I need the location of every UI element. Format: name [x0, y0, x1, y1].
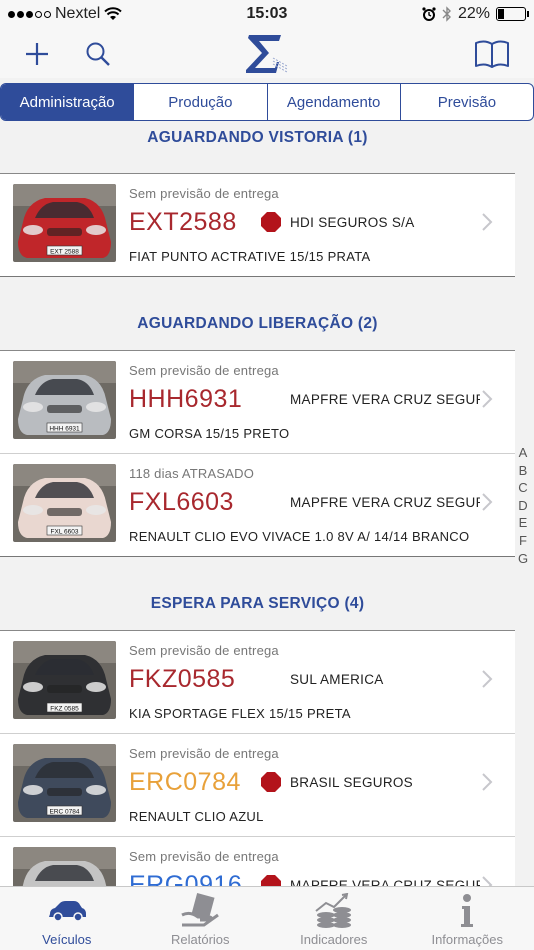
info-icon [447, 893, 487, 929]
license-plate: FKZ0585 [129, 665, 236, 693]
section-header: AGUARDANDO LIBERAÇÃO (2) [0, 277, 515, 351]
alarm-icon [422, 7, 436, 21]
insurer-name: MAPFRE VERA CRUZ SEGUR... [290, 495, 480, 510]
vehicle-row[interactable]: FKZ 0585 Sem previsão de entrega FKZ0585 SU… [0, 631, 515, 734]
vehicle-model: GM CORSA 15/15 PRETO [129, 426, 290, 441]
battery-icon [496, 7, 529, 21]
vehicle-photo: EXT 2588 [13, 184, 116, 262]
coins-chart-icon [314, 893, 354, 929]
chevron-right-icon [481, 492, 493, 512]
search-button[interactable] [80, 36, 116, 72]
svg-text:FXL 6603: FXL 6603 [51, 529, 79, 536]
section-title: ESPERA PARA SERVIÇO (4) [150, 595, 365, 612]
car-icon [47, 893, 87, 929]
insurer-name: HDI SEGUROS S/A [290, 215, 415, 230]
navigation-bar [0, 30, 534, 78]
sigma-logo-icon [243, 32, 291, 76]
insurer-name: MAPFRE VERA CRUZ SEGUR... [290, 392, 480, 407]
insurer-name: MAPFRE VERA CRUZ SEGUR... [290, 878, 480, 886]
index-letter[interactable]: G [518, 550, 528, 568]
insurer-name: SUL AMERICA [290, 672, 384, 687]
section-header: ESPERA PARA SERVIÇO (4) [0, 557, 515, 631]
stop-flag-icon [261, 875, 281, 886]
stop-flag-icon [261, 212, 281, 232]
svg-text:FKZ 0585: FKZ 0585 [50, 706, 79, 713]
tab-indicadores[interactable]: Indicadores [267, 887, 401, 950]
tab-informacoes[interactable]: Informações [401, 887, 534, 950]
license-plate: ERG0916 [129, 871, 243, 886]
license-plate: FXL6603 [129, 488, 234, 516]
tab-segment-agendamento[interactable]: Agendamento [268, 84, 401, 120]
tab-label: Veículos [42, 932, 92, 947]
chevron-right-icon [481, 875, 493, 886]
tab-bar: Veículos Relatórios Indicadores Informações [0, 886, 534, 950]
delivery-status: Sem previsão de entrega [129, 363, 279, 378]
svg-text:HHH 6931: HHH 6931 [49, 426, 80, 433]
vehicle-photo: FXL 6603 [13, 464, 116, 542]
chevron-right-icon [481, 212, 493, 232]
stop-flag-icon [261, 772, 281, 792]
delivery-status: Sem previsão de entrega [129, 746, 279, 761]
vehicle-photo: HHH 6931 [13, 361, 116, 439]
add-button[interactable] [19, 36, 55, 72]
vehicle-row[interactable]: Sem previsão de entrega ERG0916 MAPFRE VER… [0, 837, 515, 886]
tab-veiculos[interactable]: Veículos [0, 887, 134, 950]
delivery-status: Sem previsão de entrega [129, 849, 279, 864]
tab-label: Informações [431, 932, 504, 947]
license-plate: ERC0784 [129, 768, 241, 796]
tab-label: Relatórios [170, 932, 230, 947]
vehicle-model: FIAT PUNTO ACTRATIVE 15/15 PRATA [129, 249, 371, 264]
status-right: 22% [422, 5, 529, 23]
chevron-right-icon [481, 669, 493, 689]
bluetooth-icon [442, 6, 451, 22]
tab-label: Indicadores [300, 932, 368, 947]
vehicle-photo: FKZ 0585 [13, 641, 116, 719]
tab-relatorios[interactable]: Relatórios [134, 887, 268, 950]
insurer-name: BRASIL SEGUROS [290, 775, 413, 790]
vehicle-photo [13, 847, 116, 886]
chevron-right-icon [481, 389, 493, 409]
book-button[interactable] [472, 36, 512, 72]
index-letter[interactable]: C [518, 479, 527, 497]
license-plate: EXT2588 [129, 208, 237, 236]
section-header: AGUARDANDO VISTORIA (1) [0, 122, 515, 174]
search-icon [86, 42, 110, 66]
vehicle-model: KIA SPORTAGE FLEX 15/15 PRETA [129, 706, 351, 721]
section-title: AGUARDANDO VISTORIA (1) [147, 129, 368, 146]
delivery-status: Sem previsão de entrega [129, 186, 279, 201]
index-letter[interactable]: B [519, 462, 528, 480]
vehicle-row[interactable]: ERC 0784 Sem previsão de entrega ERC0784 BR… [0, 734, 515, 837]
svg-text:EXT 2588: EXT 2588 [50, 249, 79, 256]
section-index[interactable]: ABCDEFG [517, 444, 529, 567]
vehicle-list[interactable]: AGUARDANDO VISTORIA (1) EXT 2588 Sem previ… [0, 122, 515, 886]
chevron-right-icon [481, 772, 493, 792]
tab-segment-producao[interactable]: Produção [134, 84, 268, 120]
vehicle-row[interactable]: EXT 2588 Sem previsão de entrega EXT2588 HD… [0, 174, 515, 277]
delivery-status: Sem previsão de entrega [129, 643, 279, 658]
plus-icon [26, 43, 48, 65]
book-icon [475, 40, 509, 68]
index-letter[interactable]: E [519, 514, 528, 532]
delivery-status: 118 dias ATRASADO [129, 466, 255, 481]
battery-level [498, 9, 504, 19]
svg-text:ERC 0784: ERC 0784 [50, 809, 80, 816]
license-plate: HHH6931 [129, 385, 243, 413]
vehicle-row[interactable]: FXL 6603 118 dias ATRASADO FXL6603 MAPFRE V… [0, 454, 515, 557]
tab-segment-administracao[interactable]: Administração [1, 84, 135, 120]
vehicle-model: RENAULT CLIO AZUL [129, 809, 264, 824]
index-letter[interactable]: A [519, 444, 528, 462]
section-title: AGUARDANDO LIBERAÇÃO (2) [137, 315, 378, 332]
index-letter[interactable]: D [518, 497, 527, 515]
status-bar: Nextel 15:03 22% [0, 0, 534, 30]
report-money-icon [180, 893, 220, 929]
tab-segment-previsao[interactable]: Previsão [401, 84, 533, 120]
vehicle-row[interactable]: HHH 6931 Sem previsão de entrega HHH6931 MA… [0, 351, 515, 454]
segmented-control: Administração Produção Agendamento Previsão [0, 83, 534, 121]
index-letter[interactable]: F [519, 532, 527, 550]
vehicle-photo: ERC 0784 [13, 744, 116, 822]
vehicle-model: RENAULT CLIO EVO VIVACE 1.0 8V A/ 14/14 … [129, 529, 470, 544]
battery-percent: 22% [457, 5, 490, 22]
